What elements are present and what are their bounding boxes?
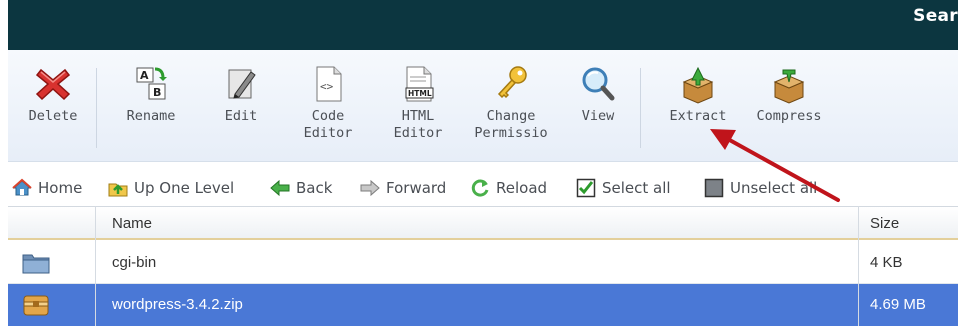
compress-label: Compress — [756, 108, 822, 124]
edit-button[interactable]: Edit — [212, 64, 270, 125]
html-editor-button[interactable]: HTML HTML Editor — [384, 64, 452, 142]
code-editor-label-2: Editor — [303, 125, 353, 141]
file-name[interactable]: wordpress-3.4.2.zip — [112, 296, 243, 313]
extract-box-icon — [682, 66, 714, 104]
html-badge: HTML — [408, 89, 432, 98]
top-banner: Sear — [8, 0, 958, 50]
checked-checkbox-icon — [576, 178, 596, 198]
extract-label: Extract — [669, 108, 727, 124]
size-column-header[interactable]: Size — [870, 215, 899, 232]
file-toolbar: Delete A B Rename Edit <> Code Editor HT… — [8, 50, 958, 162]
delete-icon — [35, 68, 71, 101]
search-label[interactable]: Sear — [913, 6, 958, 26]
table-row-selected[interactable]: wordpress-3.4.2.zip 4.69 MB — [8, 284, 958, 326]
select-all-label: Select all — [602, 179, 671, 197]
forward-arrow-icon — [360, 179, 380, 197]
compress-box-icon — [773, 69, 805, 104]
reload-icon — [471, 179, 489, 197]
rename-button[interactable]: A B Rename — [112, 64, 190, 125]
folder-icon — [22, 254, 50, 274]
folder-up-icon — [108, 183, 128, 197]
extract-button[interactable]: Extract — [660, 64, 736, 125]
forward-link[interactable]: Forward — [360, 178, 446, 198]
file-name[interactable]: cgi-bin — [112, 254, 156, 271]
html-editor-icon: HTML — [405, 66, 434, 102]
svg-text:<>: <> — [320, 80, 334, 93]
compress-button[interactable]: Compress — [746, 64, 832, 125]
change-permissions-button[interactable]: Change Permissio — [466, 64, 556, 142]
code-editor-icon: <> — [316, 66, 342, 102]
home-link[interactable]: Home — [12, 178, 82, 198]
html-editor-label-1: HTML — [401, 108, 435, 124]
home-label: Home — [38, 179, 83, 197]
navigation-bar: Home Up One Level Back Forward Reload Se… — [8, 172, 958, 204]
home-icon — [12, 178, 32, 196]
table-header: Name Size — [8, 206, 958, 240]
table-row[interactable]: cgi-bin 4 KB — [8, 242, 958, 284]
rename-label: Rename — [126, 108, 176, 124]
forward-label: Forward — [386, 179, 447, 197]
toolbar-separator — [96, 68, 97, 148]
unselect-all-label: Unselect all — [730, 179, 818, 197]
rename-icon: A B — [136, 67, 167, 100]
reload-link[interactable]: Reload — [470, 178, 547, 198]
unselect-all-link[interactable]: Unselect all — [704, 178, 817, 198]
view-button[interactable]: View — [570, 64, 626, 125]
archive-icon — [23, 295, 49, 316]
up-one-level-label: Up One Level — [134, 179, 235, 197]
toolbar-separator — [640, 68, 641, 148]
back-link[interactable]: Back — [270, 178, 332, 198]
back-arrow-icon — [270, 179, 290, 197]
html-editor-label-2: Editor — [393, 125, 443, 141]
column-divider — [858, 206, 859, 326]
edit-label: Edit — [224, 108, 258, 124]
select-all-link[interactable]: Select all — [576, 178, 671, 198]
code-editor-button[interactable]: <> Code Editor — [294, 64, 362, 142]
back-label: Back — [296, 179, 333, 197]
change-permissions-label-2: Permissio — [474, 125, 548, 141]
reload-label: Reload — [496, 179, 548, 197]
name-column-header[interactable]: Name — [112, 215, 152, 232]
edit-icon — [228, 69, 256, 99]
empty-checkbox-icon — [704, 178, 724, 198]
svg-text:A: A — [140, 69, 149, 82]
column-divider — [95, 206, 96, 326]
change-permissions-label-1: Change — [486, 108, 536, 124]
up-one-level-link[interactable]: Up One Level — [108, 178, 234, 198]
view-label: View — [581, 108, 615, 124]
key-icon — [497, 66, 527, 99]
magnifier-icon — [582, 67, 615, 101]
delete-label: Delete — [28, 108, 78, 124]
file-size: 4 KB — [870, 254, 903, 271]
delete-button[interactable]: Delete — [20, 64, 86, 125]
code-editor-label-1: Code — [311, 108, 345, 124]
svg-text:B: B — [153, 86, 161, 99]
file-size: 4.69 MB — [870, 296, 926, 313]
